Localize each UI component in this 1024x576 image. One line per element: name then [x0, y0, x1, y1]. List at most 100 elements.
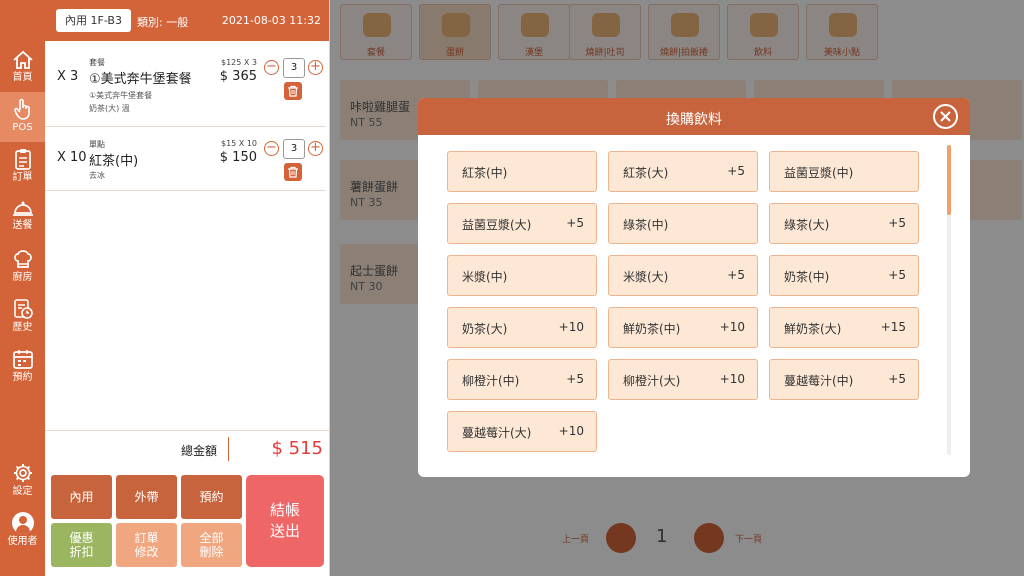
drink-option[interactable]: 柳橙汁(大) +10 — [608, 359, 758, 400]
order-line[interactable]: X 10 單點 紅茶(中) 去冰 $15 X 10 $ 150 − 3 + — [45, 127, 326, 191]
checkout-button[interactable]: 結帳 送出 — [246, 475, 324, 567]
side-nav: 首頁 POS 訂單 送餐 廚房 歷史 預約 設定 使用者 — [0, 0, 45, 576]
drink-option[interactable]: 奶茶(中) +5 — [769, 255, 919, 296]
line-type: 單點 — [89, 140, 105, 149]
line-type: 套餐 — [89, 58, 105, 67]
touch-icon — [13, 98, 30, 120]
cloche-icon — [12, 201, 33, 216]
nav-kitchen-label: 廚房 — [12, 272, 33, 283]
drink-option[interactable]: 紅茶(中) — [447, 151, 597, 192]
drink-name: 蔓越莓汁(大) — [462, 426, 532, 440]
takeout-label: 外帶 — [134, 490, 159, 504]
nav-kitchen[interactable]: 廚房 — [0, 242, 45, 292]
nav-delivery-label: 送餐 — [12, 220, 33, 231]
discount-label: 優惠 — [69, 531, 94, 545]
drink-name: 益菌豆漿(中) — [784, 166, 854, 180]
drink-option[interactable]: 紅茶(大) +5 — [608, 151, 758, 192]
drink-surcharge: +5 — [727, 268, 745, 282]
gear-icon — [13, 464, 32, 482]
nav-orders-label: 訂單 — [12, 172, 33, 183]
nav-settings[interactable]: 設定 — [0, 456, 45, 506]
minus-button[interactable]: − — [264, 60, 279, 75]
drink-option[interactable]: 鮮奶茶(中) +10 — [608, 307, 758, 348]
line-quantity: X 10 — [57, 150, 87, 165]
nav-history[interactable]: 歷史 — [0, 292, 45, 342]
chef-hat-icon — [13, 250, 32, 268]
plus-button[interactable]: + — [308, 60, 323, 75]
discount-label: 折扣 — [69, 545, 94, 559]
drink-option[interactable]: 奶茶(大) +10 — [447, 307, 597, 348]
order-line[interactable]: X 3 套餐 ①美式奔牛堡套餐 ①美式奔牛堡套餐 奶茶(大) 溫 $125 X … — [45, 41, 326, 127]
drink-name: 紅茶(中) — [462, 166, 508, 180]
nav-delivery[interactable]: 送餐 — [0, 192, 45, 242]
nav-orders[interactable]: 訂單 — [0, 142, 45, 192]
drink-option[interactable]: 鮮奶茶(大) +15 — [769, 307, 919, 348]
drink-surcharge: +5 — [888, 216, 906, 230]
close-button[interactable] — [933, 104, 958, 129]
line-quantity: X 3 — [57, 69, 79, 84]
quantity-stepper: − 3 + — [264, 139, 324, 159]
nav-pos[interactable]: POS — [0, 92, 45, 142]
trash-icon — [288, 166, 298, 178]
drink-name: 紅茶(大) — [623, 166, 669, 180]
nav-history-label: 歷史 — [12, 322, 33, 333]
nav-pos-label: POS — [12, 122, 33, 133]
total-label: 總金額 — [181, 444, 218, 458]
order-header: 內用 1F-B3 類別: 一般 2021-08-03 11:32 — [45, 0, 329, 41]
drink-name: 米漿(大) — [623, 270, 669, 284]
table-selector[interactable]: 內用 1F-B3 — [56, 9, 131, 32]
dine-in-button[interactable]: 內用 — [51, 475, 112, 519]
trash-icon — [288, 85, 298, 97]
drink-option[interactable]: 益菌豆漿(大) +5 — [447, 203, 597, 244]
line-name: 紅茶(中) — [89, 154, 139, 169]
minus-button[interactable]: − — [264, 141, 279, 156]
dialog-title: 換購飲料 — [666, 112, 722, 128]
drink-option[interactable]: 蔓越莓汁(中) +5 — [769, 359, 919, 400]
dine-in-label: 內用 — [69, 490, 94, 504]
delete-line-button[interactable] — [284, 163, 302, 181]
order-panel: 內用 1F-B3 類別: 一般 2021-08-03 11:32 X 3 套餐 … — [45, 0, 330, 576]
drink-option[interactable]: 蔓越莓汁(大) +10 — [447, 411, 597, 452]
delete-line-button[interactable] — [284, 82, 302, 100]
home-icon — [12, 50, 33, 69]
drink-option[interactable]: 米漿(中) — [447, 255, 597, 296]
drink-option[interactable]: 米漿(大) +5 — [608, 255, 758, 296]
modify-order-button[interactable]: 訂單 修改 — [116, 523, 177, 567]
nav-home[interactable]: 首頁 — [0, 44, 45, 94]
nav-user-label: 使用者 — [7, 536, 38, 547]
scrollbar-thumb[interactable] — [947, 145, 951, 215]
quantity-value[interactable]: 3 — [283, 58, 305, 78]
reserve-button[interactable]: 預約 — [181, 475, 242, 519]
quantity-value[interactable]: 3 — [283, 139, 305, 159]
drink-surcharge: +10 — [719, 372, 745, 386]
line-price: $ 365 — [219, 69, 257, 84]
drink-surcharge: +15 — [880, 320, 906, 334]
drink-name: 柳橙汁(中) — [462, 374, 520, 388]
nav-reserve[interactable]: 預約 — [0, 342, 45, 392]
nav-user[interactable]: 使用者 — [0, 508, 45, 558]
drink-surcharge: +5 — [566, 216, 584, 230]
drink-option[interactable]: 綠茶(大) +5 — [769, 203, 919, 244]
close-icon — [940, 111, 951, 122]
reserve-label: 預約 — [199, 490, 224, 504]
delete-all-label: 刪除 — [199, 545, 224, 559]
drink-option[interactable]: 益菌豆漿(中) — [769, 151, 919, 192]
drink-swap-dialog: 換購飲料 紅茶(中) 紅茶(大) +5 益菌豆漿(中) 益菌豆漿(大) +5 綠茶(… — [418, 98, 970, 477]
quantity-stepper: − 3 + — [264, 58, 324, 78]
drink-name: 益菌豆漿(大) — [462, 218, 532, 232]
takeout-button[interactable]: 外帶 — [116, 475, 177, 519]
line-detail: ①美式奔牛堡套餐 — [89, 91, 153, 100]
drink-name: 綠茶(中) — [623, 218, 669, 232]
drink-name: 鮮奶茶(中) — [623, 322, 681, 336]
drink-option[interactable]: 綠茶(中) — [608, 203, 758, 244]
drink-surcharge: +5 — [888, 372, 906, 386]
delete-all-label: 全部 — [199, 531, 224, 545]
order-datetime: 2021-08-03 11:32 — [221, 14, 321, 27]
checkout-label: 結帳 — [269, 501, 300, 519]
drink-option[interactable]: 柳橙汁(中) +5 — [447, 359, 597, 400]
drink-name: 鮮奶茶(大) — [784, 322, 842, 336]
delete-all-button[interactable]: 全部 刪除 — [181, 523, 242, 567]
discount-button[interactable]: 優惠 折扣 — [51, 523, 112, 567]
plus-button[interactable]: + — [308, 141, 323, 156]
line-price: $ 150 — [219, 150, 257, 165]
